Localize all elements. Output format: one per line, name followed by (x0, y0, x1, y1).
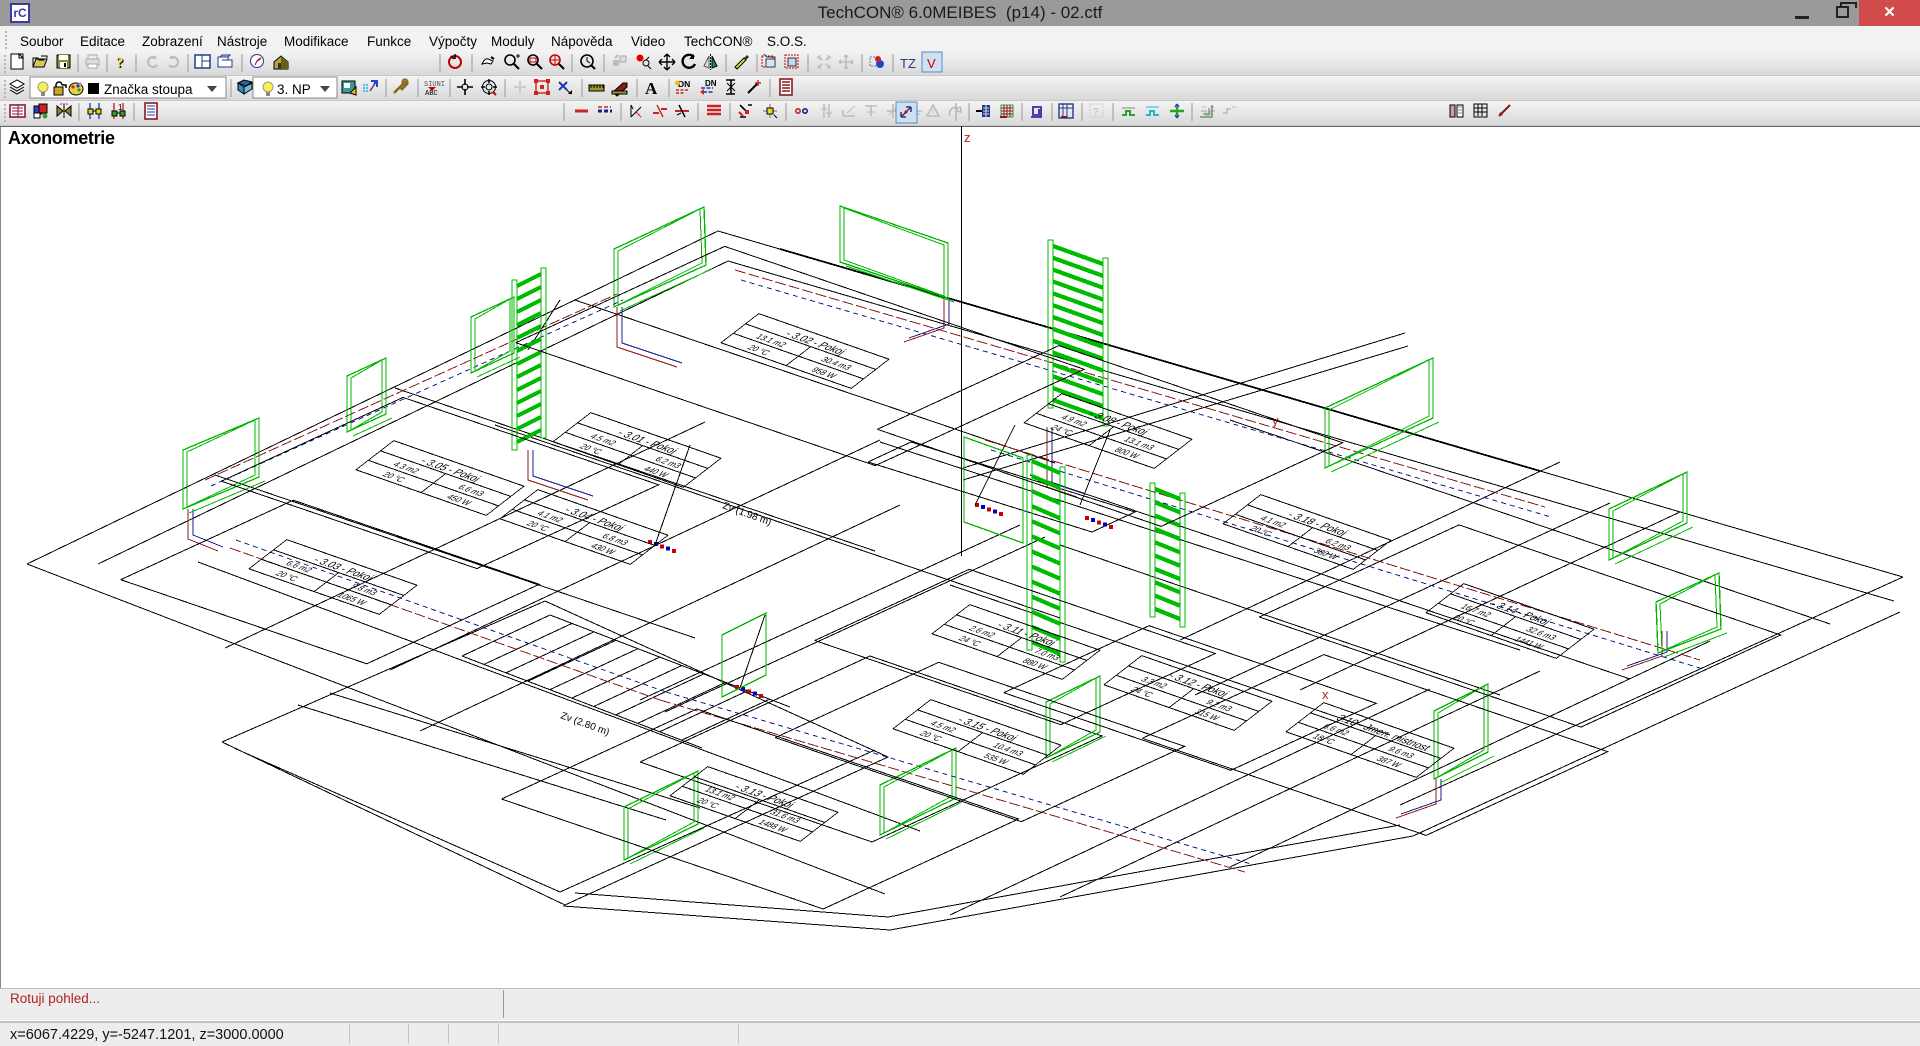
svg-text:x: x (1322, 687, 1329, 702)
svg-text:z: z (964, 130, 971, 145)
svg-text:430 W: 430 W (588, 542, 619, 556)
svg-text:387 W: 387 W (1374, 755, 1405, 769)
svg-text:958 W: 958 W (809, 366, 840, 380)
svg-text:Zv (2.80 m): Zv (2.80 m) (559, 710, 611, 738)
svg-text:Zv (1.98 m): Zv (1.98 m) (721, 500, 773, 528)
svg-text:535 W: 535 W (981, 752, 1012, 766)
svg-text:800 W: 800 W (1112, 446, 1143, 460)
svg-text:315 W: 315 W (1192, 708, 1223, 722)
svg-text:450 W: 450 W (444, 493, 475, 507)
svg-text:880 W: 880 W (1020, 657, 1051, 671)
